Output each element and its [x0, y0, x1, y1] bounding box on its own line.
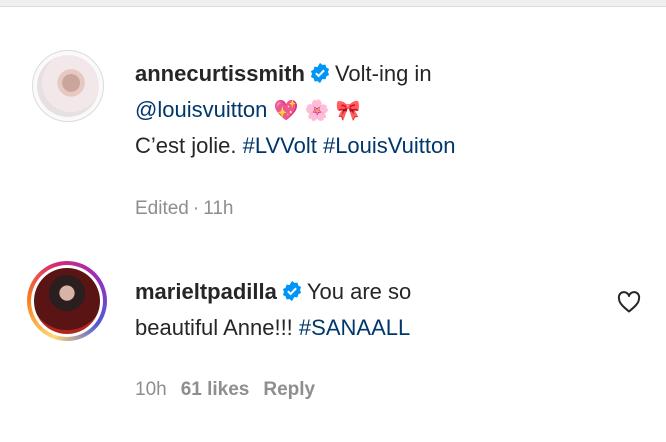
likes-count[interactable]: 61 likes: [181, 379, 250, 400]
ribbon-emoji-icon: 🎀: [335, 98, 361, 122]
sparkling-heart-emoji-icon: 💖: [273, 98, 299, 122]
edited-label: Edited: [135, 198, 189, 219]
timestamp[interactable]: 11h: [203, 198, 233, 219]
comment-text: You are so: [306, 279, 412, 304]
avatar-ring-gap: [31, 265, 103, 337]
cherry-blossom-emoji-icon: 🌸: [304, 98, 330, 122]
comment-text: beautiful Anne!!!: [135, 315, 293, 340]
avatar-marieltpadilla-story-ring[interactable]: [27, 261, 107, 341]
avatar-annecurtissmith[interactable]: [32, 50, 104, 122]
avatar-image: [37, 55, 99, 117]
verified-badge-icon: [310, 63, 330, 84]
username-link[interactable]: annecurtissmith: [135, 61, 305, 86]
hashtag-link[interactable]: #LVVolt: [243, 133, 317, 158]
comment-annecurtissmith: annecurtissmith Volt-ing in @louisvuitton…: [135, 56, 595, 164]
comment-text: C’est jolie.: [135, 133, 237, 158]
top-divider: [0, 0, 666, 7]
hashtag-link[interactable]: #SANAALL: [299, 315, 410, 340]
comment-text: Volt-ing in: [334, 61, 432, 86]
avatar-image: [34, 268, 100, 334]
comment-meta: Edited · 11h: [135, 198, 248, 220]
hashtag-link[interactable]: #LouisVuitton: [323, 133, 456, 158]
like-heart-icon[interactable]: [617, 291, 641, 313]
meta-separator: ·: [192, 198, 200, 219]
mention-link[interactable]: @louisvuitton: [135, 97, 267, 122]
comment-meta: 10h 61 likes Reply: [135, 379, 329, 401]
username-link[interactable]: marieltpadilla: [135, 279, 277, 304]
verified-badge-icon: [282, 281, 301, 302]
comment-marieltpadilla: marieltpadilla You are so beautiful Anne!…: [135, 274, 575, 346]
timestamp[interactable]: 10h: [135, 379, 167, 400]
reply-button[interactable]: Reply: [263, 379, 315, 400]
